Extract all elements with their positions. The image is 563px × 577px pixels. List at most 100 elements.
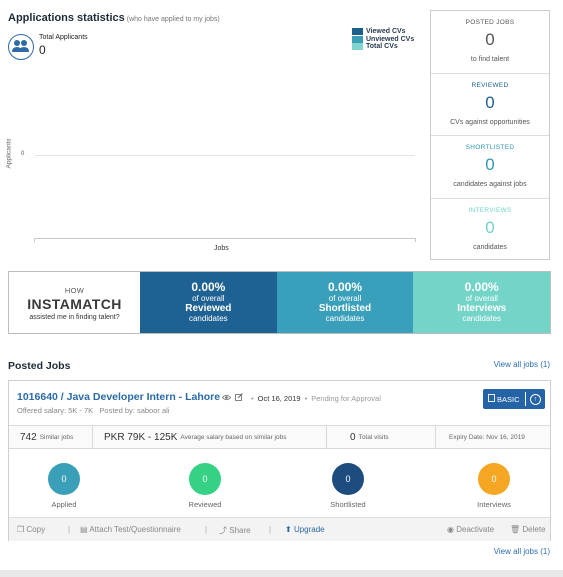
x-axis-label: Jobs [214, 245, 229, 252]
instamatch-subtitle: assisted me in finding talent? [29, 314, 120, 321]
card-desc: candidates against jobs [453, 181, 527, 188]
card-value: 0 [485, 155, 495, 174]
shortlisted-count-circle[interactable]: 0 [332, 463, 364, 495]
card-posted-jobs: POSTED JOBS 0 to find talent [431, 11, 549, 74]
upgrade-icon: ⬆ [285, 525, 292, 534]
applications-statistics-panel: Applications statistics (who have applied… [5, 8, 424, 260]
job-actions-bar: ❐ Copy | ▤ Attach Test/Questionnaire | ⤴… [9, 517, 550, 541]
delete-action[interactable]: 🗑 Delete [510, 525, 546, 534]
document-icon [488, 394, 495, 404]
job-date: Oct 16, 2019 [257, 393, 301, 403]
action-separator: | [269, 525, 272, 534]
job-stats-bar: 742 Similar jobs PKR 79K - 125K Average … [9, 425, 550, 449]
instamatch-banner: HOW INSTAMATCH assisted me in finding ta… [8, 271, 551, 334]
instamatch-question: HOW INSTAMATCH assisted me in finding ta… [9, 272, 140, 333]
x-axis-cap-left [34, 238, 35, 242]
action-separator: | [205, 525, 208, 534]
similar-jobs-count: 742 [20, 431, 37, 443]
view-all-jobs-link-bottom[interactable]: View all jobs (1) [494, 547, 550, 556]
legend-item-unviewed: Unviewed CVs [352, 35, 415, 44]
legend-item-total: Total CVs [352, 43, 414, 51]
legend-label-unviewed: Unviewed CVs [366, 35, 415, 43]
pipeline-shortlisted: 0 Shortlisted [308, 463, 388, 509]
copy-action[interactable]: ❐ Copy [17, 525, 45, 534]
interviews-label: Interviews [477, 500, 511, 509]
share-icon: ⤴ [219, 526, 227, 535]
instamatch-percent: 0.00% [191, 280, 226, 294]
stats-title-text: Applications statistics [8, 12, 125, 24]
instamatch-brand: INSTAMATCH [27, 296, 122, 312]
instamatch-reviewed: 0.00% of overall Reviewed candidates [140, 272, 277, 333]
edit-icon[interactable] [235, 393, 243, 403]
users-icon [8, 34, 34, 60]
y-axis-label: Applicants [5, 138, 13, 169]
eye-icon[interactable] [221, 394, 232, 403]
instamatch-overall: of overall [328, 294, 362, 303]
trash-icon: 🗑 [510, 525, 521, 534]
arrow-up-circle-icon[interactable]: ↑ [530, 393, 541, 405]
card-title: INTERVIEWS [468, 206, 512, 214]
job-title-link[interactable]: 1016640 / Java Developer Intern - Lahore [17, 391, 220, 403]
instamatch-overall: of overall [192, 294, 225, 303]
applied-count-circle[interactable]: 0 [48, 463, 80, 495]
card-desc: CVs against opportunities [450, 118, 530, 126]
total-visits-count: 0 [350, 431, 356, 443]
basic-plan-button[interactable]: BASIC ↑ [483, 389, 545, 409]
attach-test-action[interactable]: ▤ Attach Test/Questionnaire [80, 525, 181, 534]
total-visits-label: Total visits [358, 433, 389, 441]
instamatch-percent: 0.00% [464, 280, 499, 294]
pipeline-reviewed: 0 Reviewed [165, 463, 245, 509]
copy-icon: ❐ [17, 525, 25, 534]
upgrade-action[interactable]: ⬆ Upgrade [285, 525, 325, 534]
share-action[interactable]: ⤴ Share [219, 525, 251, 536]
legend-swatch-unviewed [352, 35, 363, 43]
card-value: 0 [485, 30, 495, 49]
basic-plan-label: BASIC [497, 394, 520, 404]
card-value: 0 [485, 92, 495, 112]
legend-item-viewed: Viewed CVs [352, 28, 414, 36]
page-footer-strip [0, 570, 563, 577]
candidate-pipeline: 0 Applied 0 Reviewed 0 Shortlisted 0 Int… [9, 449, 550, 514]
x-axis-line [34, 238, 416, 239]
stat-cards: POSTED JOBS 0 to find talent REVIEWED 0 … [430, 10, 550, 260]
card-title: POSTED JOBS [465, 19, 515, 26]
interviews-count-circle[interactable]: 0 [478, 463, 510, 495]
stats-title: Applications statistics (who have applied… [8, 12, 220, 24]
instamatch-label: Reviewed [185, 303, 232, 314]
total-visits-cell: 0 Total visits [327, 426, 436, 448]
job-subline: Offered salary: 5K - 7K Posted by: saboo… [17, 406, 169, 415]
card-interviews: INTERVIEWS 0 candidates [431, 199, 549, 262]
expiry-date: Expiry Date: Nov 16, 2019 [449, 433, 525, 441]
total-applicants-label: Total Applicants [39, 34, 88, 41]
legend-label-total: Total CVs [366, 43, 398, 51]
action-separator: | [68, 525, 71, 534]
view-all-jobs-link[interactable]: View all jobs (1) [494, 360, 550, 369]
delete-label: Delete [522, 525, 546, 534]
expiry-date-cell: Expiry Date: Nov 16, 2019 [436, 426, 550, 448]
card-title: SHORTLISTED [465, 144, 515, 151]
button-divider [525, 392, 526, 406]
job-card: 1016640 / Java Developer Intern - Lahore… [8, 380, 551, 541]
instamatch-candidates: candidates [325, 314, 365, 323]
card-desc: to find talent [470, 56, 510, 63]
legend-swatch-viewed [352, 28, 363, 36]
deactivate-label: Deactivate [456, 525, 495, 534]
legend-label-viewed: Viewed CVs [366, 28, 406, 36]
posted-jobs-title: Posted Jobs [8, 360, 71, 372]
reviewed-count-circle[interactable]: 0 [189, 463, 221, 495]
average-salary-cell: PKR 79K - 125K Average salary based on s… [93, 426, 327, 448]
share-label: Share [229, 526, 251, 535]
card-value: 0 [485, 217, 495, 237]
instamatch-label: Shortlisted [318, 303, 372, 314]
average-salary-label: Average salary based on similar jobs [180, 433, 287, 441]
deactivate-action[interactable]: ◉ Deactivate [447, 525, 494, 534]
eye-slash-icon: ◉ [447, 525, 454, 534]
instamatch-overall: of overall [465, 294, 498, 303]
card-shortlisted: SHORTLISTED 0 candidates against jobs [431, 136, 549, 199]
instamatch-interviews: 0.00% of overall Interviews candidates [413, 272, 551, 333]
chart-legend: Viewed CVs Unviewed CVs Total CVs [352, 28, 414, 51]
instamatch-percent: 0.00% [327, 280, 363, 294]
chart-gridline [35, 155, 415, 156]
instamatch-candidates: candidates [188, 314, 228, 323]
total-applicants-value: 0 [39, 43, 46, 57]
